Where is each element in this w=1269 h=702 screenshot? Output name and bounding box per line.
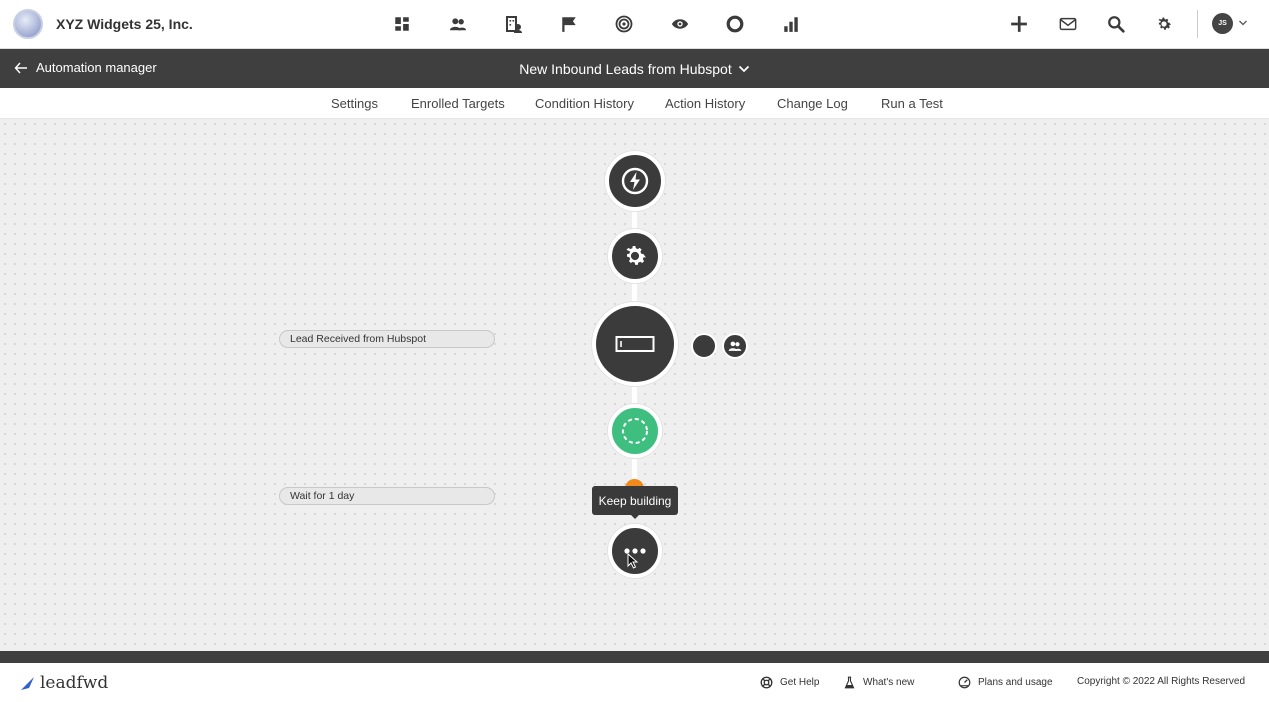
plans-and-usage-label: Plans and usage [978, 677, 1053, 688]
mouse-cursor-icon [627, 553, 638, 569]
tooltip-arrow [630, 514, 640, 519]
tab-run-a-test[interactable]: Run a Test [881, 96, 943, 111]
dashed-circle-icon [622, 418, 648, 444]
workflow-tabs: Settings Enrolled Targets Condition Hist… [0, 88, 1269, 119]
gear-icon [626, 245, 646, 265]
top-navigation-bar: XYZ Widgets 25, Inc. JS [0, 0, 1269, 49]
whats-new-link[interactable]: What's new [843, 676, 914, 689]
settings-node[interactable] [608, 229, 662, 283]
whats-new-label: What's new [863, 677, 915, 688]
tab-change-log[interactable]: Change Log [777, 96, 848, 111]
eye-icon[interactable] [669, 13, 691, 35]
tab-action-history[interactable]: Action History [665, 96, 745, 111]
keep-building-button[interactable] [608, 524, 662, 578]
leadfwd-logo[interactable]: leadfwd [20, 673, 108, 693]
keep-building-tooltip: Keep building [592, 486, 678, 515]
branch-dot[interactable] [691, 333, 717, 359]
tab-enrolled-targets[interactable]: Enrolled Targets [411, 96, 505, 111]
company-name: XYZ Widgets 25, Inc. [56, 16, 193, 32]
flag-icon[interactable] [558, 13, 580, 35]
mail-icon[interactable] [1057, 13, 1079, 35]
step-label-wait[interactable]: Wait for 1 day [279, 487, 495, 505]
toolbar-divider [1197, 10, 1198, 38]
lightning-bolt-icon [621, 167, 649, 195]
bar-chart-icon[interactable] [780, 13, 802, 35]
gear-icon[interactable] [1153, 13, 1175, 35]
enrolled-contacts-button[interactable] [722, 333, 748, 359]
lifebuoy-icon [760, 676, 773, 689]
company-logo[interactable] [13, 9, 43, 39]
target-icon[interactable] [613, 13, 635, 35]
copyright-text: Copyright © 2022 All Rights Reserved [1077, 676, 1246, 687]
flask-icon [844, 676, 855, 689]
step-label-condition[interactable]: Lead Received from Hubspot [279, 330, 495, 348]
tab-settings[interactable]: Settings [331, 96, 378, 111]
brand-name: leadfwd [40, 673, 109, 693]
trigger-node[interactable] [605, 151, 665, 211]
accounts-icon[interactable] [503, 13, 525, 35]
workflow-title: New Inbound Leads from Hubspot [519, 61, 732, 77]
circle-icon[interactable] [724, 13, 746, 35]
chevron-down-icon[interactable] [1238, 16, 1248, 30]
wait-node[interactable] [608, 404, 662, 458]
plus-icon[interactable] [1008, 13, 1030, 35]
plans-and-usage-link[interactable]: Plans and usage [958, 676, 1053, 689]
gauge-icon [958, 676, 971, 689]
search-icon[interactable] [1105, 13, 1127, 35]
form-field-icon [615, 336, 655, 352]
chevron-down-icon [738, 65, 749, 73]
contacts-icon [728, 341, 742, 351]
workflow-title-dropdown[interactable]: New Inbound Leads from Hubspot [519, 61, 749, 77]
contacts-icon[interactable] [447, 13, 469, 35]
page-footer: leadfwd Get Help What's new Plans and us… [0, 663, 1269, 702]
brand-mark-icon [21, 677, 34, 690]
condition-node[interactable] [592, 302, 678, 386]
user-avatar[interactable]: JS [1212, 13, 1233, 34]
footer-band [0, 651, 1269, 663]
dashboard-icon[interactable] [391, 13, 413, 35]
get-help-label: Get Help [780, 677, 820, 688]
get-help-link[interactable]: Get Help [760, 676, 819, 689]
tab-condition-history[interactable]: Condition History [535, 96, 634, 111]
workflow-header: Automation manager New Inbound Leads fro… [0, 49, 1269, 88]
